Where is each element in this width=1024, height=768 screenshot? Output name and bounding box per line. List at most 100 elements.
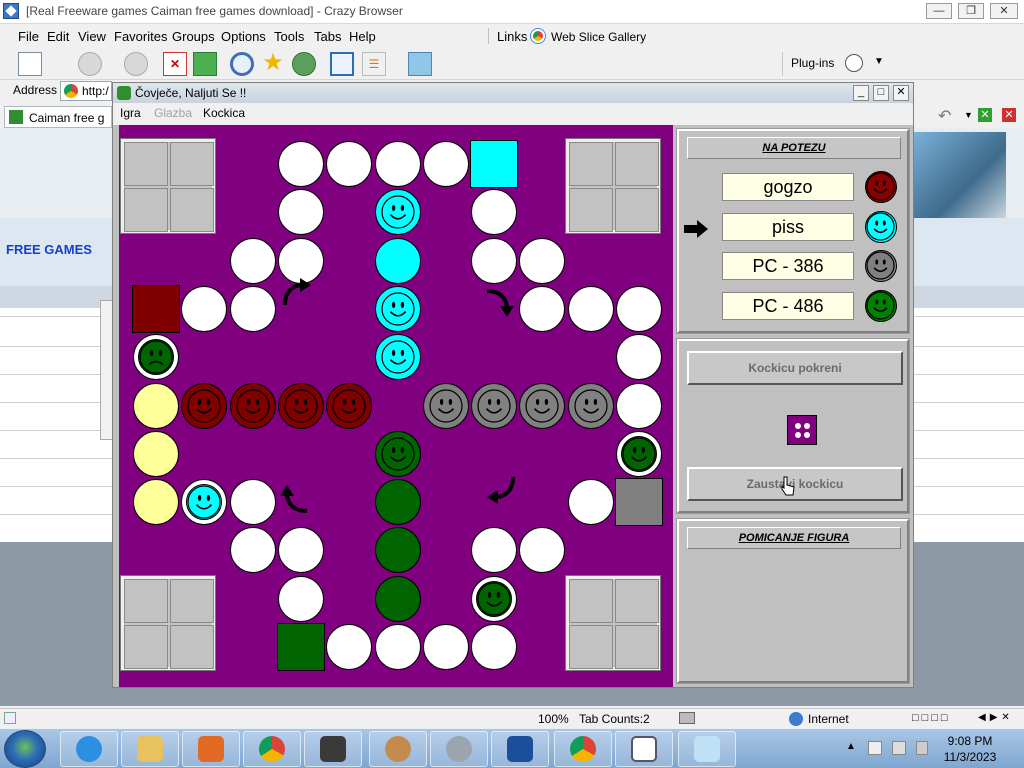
taskbar-ie[interactable] — [60, 731, 118, 767]
taskbar-media-player[interactable] — [182, 731, 240, 767]
yellow-field[interactable] — [133, 430, 179, 477]
tray-network-icon[interactable] — [892, 741, 906, 755]
cyan-piece[interactable] — [374, 334, 421, 381]
red-piece[interactable] — [326, 382, 373, 429]
red-piece[interactable] — [277, 382, 324, 429]
game-menu-kockica[interactable]: Kockica — [203, 106, 245, 120]
cyan-piece-on-track[interactable] — [181, 479, 228, 526]
board-field[interactable] — [422, 141, 469, 187]
board-field[interactable] — [471, 527, 518, 574]
links-label[interactable]: Links — [497, 29, 527, 44]
plugins-icon[interactable] — [845, 54, 863, 72]
start-square-cyan[interactable] — [470, 140, 519, 188]
gray-piece[interactable] — [519, 382, 566, 429]
green-piece-sad[interactable] — [133, 334, 179, 381]
board-field[interactable] — [374, 624, 421, 670]
green-home-field[interactable] — [374, 575, 421, 622]
board-field[interactable] — [229, 527, 276, 574]
taskbar-volume[interactable] — [430, 731, 488, 767]
board-field[interactable] — [229, 237, 276, 284]
full-screen-icon[interactable] — [330, 52, 354, 76]
menu-favorites[interactable]: Favorites — [114, 29, 167, 44]
gallery-icon[interactable] — [408, 52, 432, 76]
board-field[interactable] — [229, 479, 276, 526]
taskbar-paint[interactable] — [369, 731, 427, 767]
search-icon[interactable] — [230, 52, 254, 76]
start-square-red[interactable] — [132, 284, 180, 333]
board-field[interactable] — [471, 189, 518, 236]
close-button[interactable]: ✕ — [990, 3, 1018, 19]
menu-edit[interactable]: Edit — [47, 29, 69, 44]
menu-groups[interactable]: Groups — [172, 29, 215, 44]
green-piece-on-track[interactable] — [471, 575, 518, 622]
yellow-field[interactable] — [133, 479, 179, 526]
cyan-piece[interactable] — [374, 285, 421, 332]
board-field[interactable] — [471, 624, 518, 670]
board-field[interactable] — [229, 285, 276, 332]
favorites-star-icon[interactable]: ★ — [261, 51, 285, 76]
board-field[interactable] — [277, 189, 324, 236]
tray-volume-icon[interactable] — [916, 741, 928, 755]
undo-close-icon[interactable]: ↶ — [938, 106, 951, 126]
cyan-piece[interactable] — [374, 189, 421, 236]
new-page-icon[interactable] — [18, 52, 42, 76]
refresh-icon[interactable] — [193, 52, 217, 76]
start-dice-button[interactable]: Kockicu pokreni — [687, 351, 903, 385]
cyan-home-field[interactable] — [374, 237, 421, 284]
gray-piece[interactable] — [567, 382, 614, 429]
tray-expand-icon[interactable]: ▲ — [846, 741, 856, 752]
menu-help[interactable]: Help — [349, 29, 376, 44]
board-field[interactable] — [471, 237, 518, 284]
board-field[interactable] — [277, 527, 324, 574]
board-field[interactable] — [277, 575, 324, 622]
gray-piece[interactable] — [422, 382, 469, 429]
taskbar-chrome[interactable] — [243, 731, 301, 767]
board-field[interactable] — [181, 285, 228, 332]
board-field[interactable] — [616, 334, 662, 381]
board-field[interactable] — [567, 285, 614, 332]
board-field[interactable] — [567, 479, 614, 526]
stop-dice-button[interactable]: Zaustavi kockicu — [687, 467, 903, 501]
taskbar-games[interactable] — [304, 731, 362, 767]
green-home-field[interactable] — [374, 479, 421, 526]
board-field[interactable] — [326, 624, 373, 670]
board-field[interactable] — [616, 382, 662, 429]
yellow-field[interactable] — [133, 382, 179, 429]
game-close-button[interactable]: ✕ — [893, 85, 909, 101]
taskbar-explorer[interactable] — [121, 731, 179, 767]
minimize-button[interactable]: — — [926, 3, 952, 19]
menu-tabs[interactable]: Tabs — [314, 29, 341, 44]
board-field[interactable] — [374, 141, 421, 187]
back-icon[interactable] — [78, 52, 102, 76]
forward-icon[interactable] — [124, 52, 148, 76]
red-piece[interactable] — [181, 382, 228, 429]
history-icon[interactable] — [292, 52, 316, 76]
plugins-dropdown-icon[interactable]: ▼ — [874, 56, 884, 67]
address-input[interactable]: http:/ — [60, 81, 112, 101]
game-menu-igra[interactable]: Igra — [120, 106, 141, 120]
web-slice-gallery-link[interactable]: Web Slice Gallery — [551, 30, 646, 44]
menu-tools[interactable]: Tools — [274, 29, 304, 44]
taskbar-crazy-browser[interactable] — [491, 731, 549, 767]
menu-file[interactable]: File — [18, 29, 39, 44]
game-minimize-button[interactable]: _ — [853, 85, 869, 101]
board-field[interactable] — [616, 285, 662, 332]
green-piece-on-track[interactable] — [616, 430, 662, 477]
gray-piece[interactable] — [471, 382, 518, 429]
menu-view[interactable]: View — [78, 29, 106, 44]
close-tab-green-icon[interactable]: ✕ — [978, 108, 992, 122]
plugins-label[interactable]: Plug-ins — [791, 56, 834, 70]
tab-nav-arrows-icon[interactable]: ◀▶✕ — [978, 712, 1014, 723]
system-clock[interactable]: 9:08 PM 11/3/2023 — [930, 733, 1010, 765]
board-field[interactable] — [519, 237, 566, 284]
stop-icon[interactable]: ✕ — [163, 52, 187, 76]
board-field[interactable] — [519, 285, 566, 332]
board-field[interactable] — [277, 141, 324, 187]
start-button[interactable] — [4, 730, 46, 768]
taskbar-chrome-2[interactable] — [554, 731, 612, 767]
tray-flag-icon[interactable] — [868, 741, 882, 755]
undo-dropdown-icon[interactable]: ▼ — [964, 110, 973, 120]
taskbar-notepad[interactable] — [678, 731, 736, 767]
board-field[interactable] — [422, 624, 469, 670]
start-square-gray[interactable] — [615, 478, 663, 527]
